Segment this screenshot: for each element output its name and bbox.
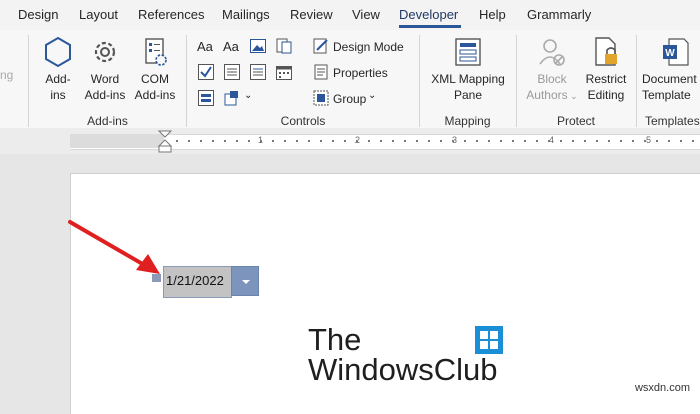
ruler-tick [200, 140, 202, 142]
ruler-tick [440, 140, 442, 142]
ruler-tick [212, 140, 214, 142]
ruler-tick [476, 140, 478, 142]
ruler-tick [692, 140, 694, 142]
ruler-tick [632, 140, 634, 142]
ruler-tick [656, 140, 658, 142]
ruler-tick [608, 140, 610, 142]
ruler-tick [188, 140, 190, 142]
ruler-tick [308, 140, 310, 142]
ruler-tick [404, 140, 406, 142]
ruler-tick [620, 140, 622, 142]
ruler-tick [452, 140, 454, 142]
ruler-tick [284, 140, 286, 142]
chevron-down-icon [242, 280, 250, 284]
ruler-tick [356, 140, 358, 142]
ruler-tick [272, 140, 274, 142]
ruler-tick [224, 140, 226, 142]
ruler-tick [296, 140, 298, 142]
date-picker-dropdown-button[interactable] [231, 266, 259, 296]
ruler-tick [548, 140, 550, 142]
ruler-tick [428, 140, 430, 142]
ruler-tick [560, 140, 562, 142]
logo-line-2: WindowsClub [308, 352, 498, 387]
ruler-tick [176, 140, 178, 142]
ruler-tick [380, 140, 382, 142]
ruler-tick [584, 140, 586, 142]
ruler-tick [248, 140, 250, 142]
ruler-tick [488, 140, 490, 142]
ruler-tick [416, 140, 418, 142]
ruler-tick [332, 140, 334, 142]
ruler-tick [260, 140, 262, 142]
ruler-tick [368, 140, 370, 142]
ruler-tick [668, 140, 670, 142]
ruler-tick [596, 140, 598, 142]
windows-logo-icon [475, 326, 503, 354]
ruler-tick [392, 140, 394, 142]
watermark: wsxdn.com [634, 382, 690, 394]
ruler-tick [572, 140, 574, 142]
ruler-tick [320, 140, 322, 142]
ruler-tick [500, 140, 502, 142]
ruler-tick [680, 140, 682, 142]
ruler-tick [512, 140, 514, 142]
ruler-tick [236, 140, 238, 142]
content-control-handle[interactable] [152, 274, 161, 282]
ruler-tick [344, 140, 346, 142]
ruler-tick [644, 140, 646, 142]
date-value[interactable]: 1/21/2022 [166, 273, 224, 288]
ruler-tick [536, 140, 538, 142]
ruler-tick [524, 140, 526, 142]
ruler-tick [464, 140, 466, 142]
